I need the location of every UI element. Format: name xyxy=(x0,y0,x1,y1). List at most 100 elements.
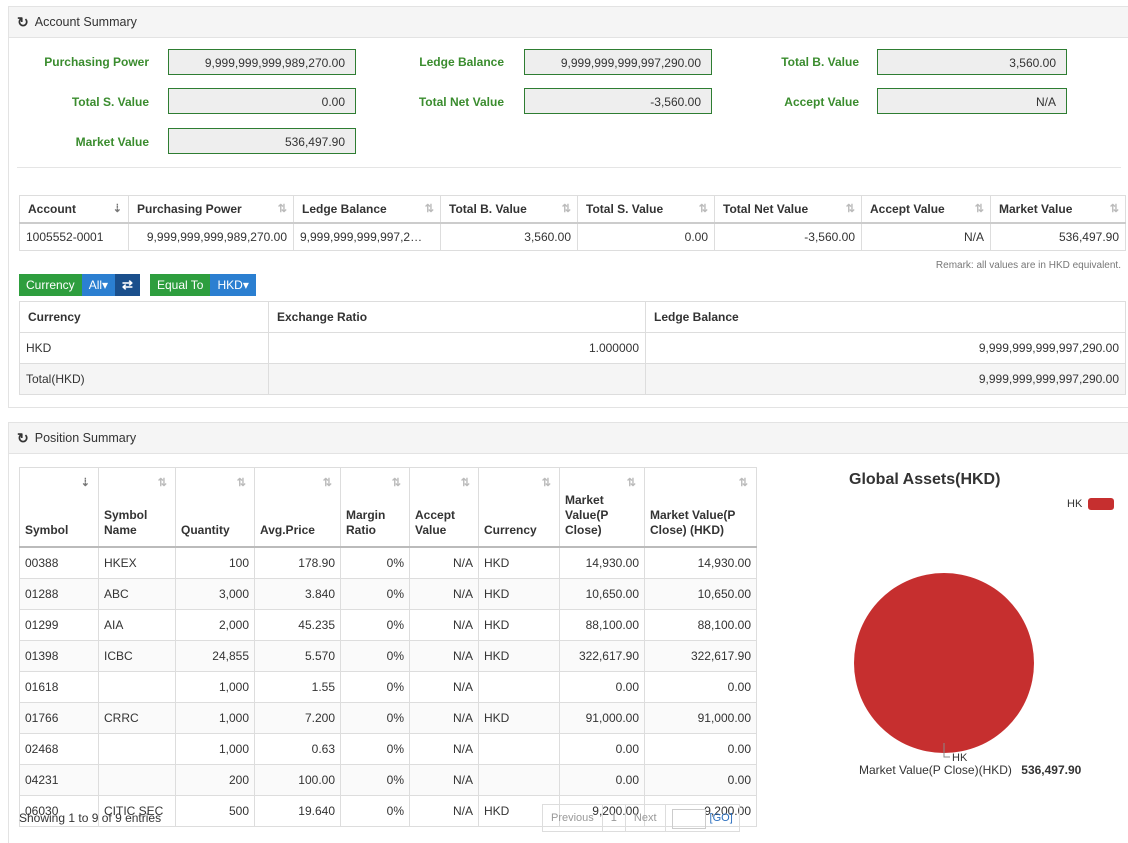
col-market-value[interactable]: Market Value(P Close) ⇅ xyxy=(559,467,645,548)
page-input[interactable] xyxy=(671,809,706,829)
table-cell: 19.640 xyxy=(254,795,341,827)
account-summary-title: Account Summary xyxy=(34,15,137,29)
table-cell: 45.235 xyxy=(254,609,341,641)
table-cell: 0% xyxy=(340,546,410,579)
refresh-icon[interactable]: ↻ xyxy=(17,14,29,31)
sort-icon[interactable]: ⇅ xyxy=(562,202,571,215)
col-total-b-value[interactable]: Total B. Value ⇅ xyxy=(440,195,578,224)
sort-icon[interactable]: ⇅ xyxy=(739,476,748,491)
table-cell: -3,560.00 xyxy=(714,222,862,251)
remark-text: Remark: all values are in HKD equivalent… xyxy=(935,260,1121,271)
position-summary-header: ↻ Position Summary xyxy=(9,423,1128,454)
table-row: 01766 CRRC 1,000 7.200 0% N/A HKD 91,000.00 91,0… xyxy=(19,702,757,734)
equal-to-dropdown[interactable]: HKD▾ xyxy=(210,274,256,296)
col-market-value[interactable]: Market Value ⇅ xyxy=(990,195,1126,224)
sort-icon[interactable]: ⇅ xyxy=(846,202,855,215)
col-total-s-value[interactable]: Total S. Value ⇅ xyxy=(577,195,715,224)
table-cell: N/A xyxy=(409,546,479,579)
table-cell: N/A xyxy=(409,609,479,641)
account-table-header: Account ⇣ Purchasing Power ⇅ Ledge Balance… xyxy=(19,195,1126,224)
table-cell: 91,000.00 xyxy=(644,702,757,734)
table-cell xyxy=(478,733,560,765)
col-accept-value[interactable]: Accept Value ⇅ xyxy=(861,195,991,224)
col-margin-ratio[interactable]: Margin Ratio ⇅ xyxy=(340,467,410,548)
sort-icon[interactable]: ⇅ xyxy=(158,476,167,491)
table-cell: 91,000.00 xyxy=(559,702,645,734)
sort-icon[interactable]: ⇅ xyxy=(392,476,401,491)
table-cell: 01288 xyxy=(19,578,99,610)
table-cell: AIA xyxy=(98,609,176,641)
position-summary-title: Position Summary xyxy=(34,431,137,445)
col-accept-value[interactable]: Accept Value ⇅ xyxy=(409,467,479,548)
sort-icon[interactable]: ⇣ xyxy=(113,202,122,215)
market-value-summary-value: 536,497.90 xyxy=(1021,763,1082,777)
table-cell xyxy=(98,764,176,796)
next-button[interactable]: Next xyxy=(626,805,666,831)
table-cell: 0% xyxy=(340,609,410,641)
table-cell: 04231 xyxy=(19,764,99,796)
previous-button[interactable]: Previous xyxy=(543,805,603,831)
swap-icon[interactable]: ⇄ xyxy=(115,274,140,296)
col-ledge-balance[interactable]: Ledge Balance ⇅ xyxy=(293,195,441,224)
table-cell: 0.00 xyxy=(559,671,645,703)
col-account[interactable]: Account ⇣ xyxy=(19,195,129,224)
table-cell: N/A xyxy=(409,640,479,672)
table-cell: 14,930.00 xyxy=(559,546,645,579)
col-purchasing-power[interactable]: Purchasing Power ⇅ xyxy=(128,195,294,224)
table-cell: 178.90 xyxy=(254,546,341,579)
sort-icon[interactable]: ⇅ xyxy=(1110,202,1119,215)
sort-icon[interactable]: ⇅ xyxy=(627,476,636,491)
sort-icon[interactable]: ⇣ xyxy=(81,476,90,491)
col-ledge-balance: Ledge Balance xyxy=(645,301,1126,333)
position-table: Symbol ⇣ Symbol Name ⇅ Quantity ⇅ Avg.Price… xyxy=(19,467,757,827)
table-cell: 01766 xyxy=(19,702,99,734)
sort-icon[interactable]: ⇅ xyxy=(975,202,984,215)
pie-slice-hk[interactable] xyxy=(854,573,1034,753)
table-cell: Total(HKD) xyxy=(19,363,269,395)
table-cell: 3.840 xyxy=(254,578,341,610)
total-b-value-label: Total B. Value xyxy=(781,55,859,69)
table-cell: 0% xyxy=(340,764,410,796)
col-market-value-hkd[interactable]: Market Value(P Close) (HKD) ⇅ xyxy=(644,467,757,548)
col-currency[interactable]: Currency ⇅ xyxy=(478,467,560,548)
sort-icon[interactable]: ⇅ xyxy=(699,202,708,215)
table-cell: 322,617.90 xyxy=(644,640,757,672)
table-cell: 3,560.00 xyxy=(440,222,578,251)
table-cell: 88,100.00 xyxy=(559,609,645,641)
sort-icon[interactable]: ⇅ xyxy=(323,476,332,491)
table-cell: 02468 xyxy=(19,733,99,765)
table-cell xyxy=(98,671,176,703)
table-cell: 1.55 xyxy=(254,671,341,703)
table-cell: 14,930.00 xyxy=(644,546,757,579)
table-row: 1005552-0001 9,999,999,999,989,270.00 9,… xyxy=(19,222,1126,251)
equal-to-label: Equal To xyxy=(150,274,211,296)
sort-icon[interactable]: ⇅ xyxy=(278,202,287,215)
sort-icon[interactable]: ⇅ xyxy=(237,476,246,491)
sort-icon[interactable]: ⇅ xyxy=(425,202,434,215)
col-symbol[interactable]: Symbol ⇣ xyxy=(19,467,99,548)
table-cell: 100 xyxy=(175,546,255,579)
sort-icon[interactable]: ⇅ xyxy=(542,476,551,491)
table-cell: 1,000 xyxy=(175,733,255,765)
equal-to-filter: Equal To HKD▾ xyxy=(150,274,256,296)
go-button[interactable]: [GO] xyxy=(708,805,739,831)
page-1-button[interactable]: 1 xyxy=(603,805,626,831)
purchasing-power-label: Purchasing Power xyxy=(44,55,149,69)
col-total-net-value[interactable]: Total Net Value ⇅ xyxy=(714,195,862,224)
table-cell: 01618 xyxy=(19,671,99,703)
table-row: 00388 HKEX 100 178.90 0% N/A HKD 14,930.00 14,93… xyxy=(19,546,757,579)
table-cell: 9,999,999,999,997,290.00 xyxy=(645,363,1126,395)
col-symbol-name[interactable]: Symbol Name ⇅ xyxy=(98,467,176,548)
table-cell: HKD xyxy=(478,609,560,641)
col-avg-price[interactable]: Avg.Price ⇅ xyxy=(254,467,341,548)
sort-icon[interactable]: ⇅ xyxy=(461,476,470,491)
table-row: 01299 AIA 2,000 45.235 0% N/A HKD 88,100.00 88,1… xyxy=(19,609,757,641)
col-quantity[interactable]: Quantity ⇅ xyxy=(175,467,255,548)
refresh-icon[interactable]: ↻ xyxy=(17,430,29,447)
table-cell: N/A xyxy=(409,764,479,796)
chart-legend[interactable]: HK xyxy=(1067,498,1115,510)
table-cell: 0.00 xyxy=(559,764,645,796)
position-summary-panel: ↻ Position Summary Symbol ⇣ Symbol Name ⇅ … xyxy=(8,422,1128,843)
table-cell: 0% xyxy=(340,671,410,703)
currency-dropdown[interactable]: All▾ xyxy=(81,274,116,296)
